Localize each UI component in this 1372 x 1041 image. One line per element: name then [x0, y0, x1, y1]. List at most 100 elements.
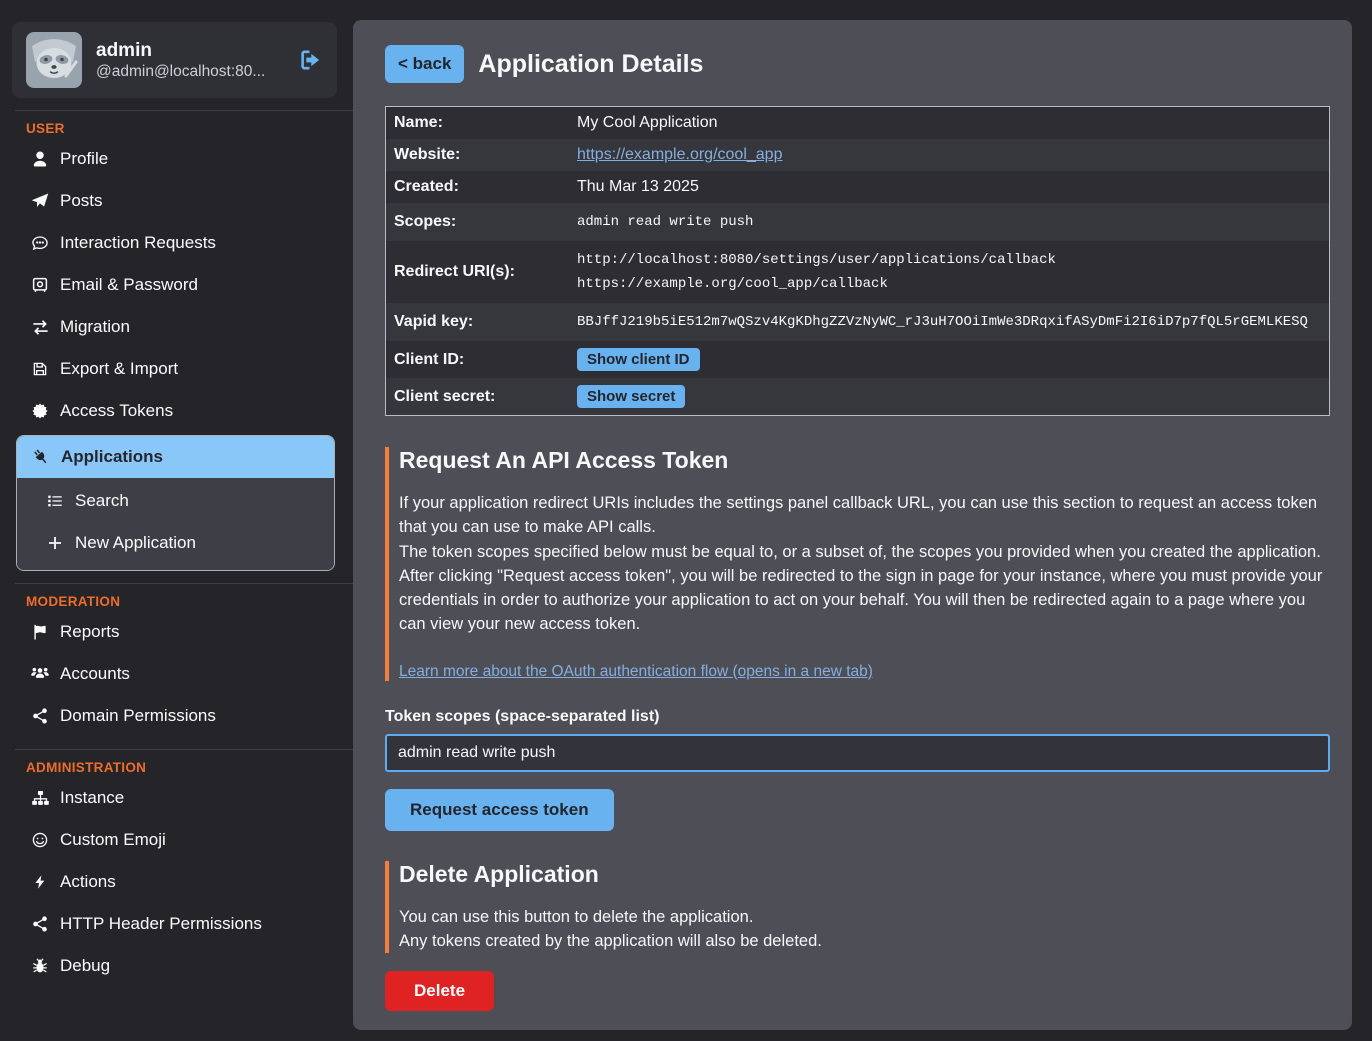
row-value: BBJffJ219b5iE512m7wQSzv4KgKDhgZZVzNyWC_r… [569, 303, 1316, 341]
sidebar-item-label: Debug [60, 956, 110, 976]
request-token-paragraph-2: The token scopes specified below must be… [399, 540, 1330, 564]
sidebar-item-instance[interactable]: Instance [0, 777, 353, 819]
row-label: Vapid key: [386, 306, 569, 338]
sidebar-item-actions[interactable]: Actions [0, 861, 353, 903]
sidebar-item-accounts[interactable]: Accounts [0, 653, 353, 695]
sidebar-item-reports[interactable]: Reports [0, 611, 353, 653]
row-label: Client secret: [386, 381, 569, 413]
table-row-client-id: Client ID: Show client ID [386, 341, 1329, 378]
oauth-docs-link[interactable]: Learn more about the OAuth authenticatio… [399, 663, 873, 681]
sidebar-item-label: New Application [75, 533, 196, 553]
sidebar-item-label: Posts [60, 191, 103, 211]
page-header: < back Application Details [385, 45, 1330, 83]
sidebar-item-label: Access Tokens [60, 401, 173, 421]
row-label: Client ID: [386, 344, 569, 376]
sidebar-item-migration[interactable]: Migration [0, 306, 353, 348]
request-access-token-button[interactable]: Request access token [385, 789, 614, 831]
delete-button[interactable]: Delete [385, 971, 494, 1011]
sidebar-item-label: HTTP Header Permissions [60, 914, 262, 934]
table-row-client-secret: Client secret: Show secret [386, 378, 1329, 415]
application-details-table: Name: My Cool Application Website: https… [385, 106, 1330, 416]
redirect-uri-1: http://localhost:8080/settings/user/appl… [577, 248, 1056, 272]
avatar [26, 32, 82, 88]
user-icon [30, 150, 50, 168]
main-panel: < back Application Details Name: My Cool… [353, 20, 1352, 1030]
sidebar-divider [15, 749, 353, 750]
sidebar-item-label: Reports [60, 622, 120, 642]
table-row-created: Created: Thu Mar 13 2025 [386, 171, 1329, 203]
sidebar-item-label: Domain Permissions [60, 706, 216, 726]
arrows-left-right-icon [30, 318, 50, 337]
sidebar-section-moderation: MODERATION [26, 594, 353, 609]
back-button[interactable]: < back [385, 45, 464, 83]
sidebar-item-applications[interactable]: Applications [17, 436, 334, 478]
sidebar-item-label: Export & Import [60, 359, 178, 379]
sidebar-item-label: Instance [60, 788, 124, 808]
delete-line-2: Any tokens created by the application wi… [399, 929, 1330, 953]
sidebar-item-posts[interactable]: Posts [0, 180, 353, 222]
sidebar-item-http-header-permissions[interactable]: HTTP Header Permissions [0, 903, 353, 945]
bug-icon [30, 957, 50, 975]
row-value: admin read write push [569, 203, 761, 241]
row-value: My Cool Application [569, 107, 726, 139]
show-client-id-button[interactable]: Show client ID [577, 348, 700, 371]
sitemap-icon [30, 789, 50, 808]
row-value: Thu Mar 13 2025 [569, 171, 707, 203]
row-label: Scopes: [386, 206, 569, 238]
show-secret-button[interactable]: Show secret [577, 385, 685, 408]
sidebar-item-label: Custom Emoji [60, 830, 166, 850]
sign-out-icon[interactable] [297, 47, 323, 73]
paper-plane-icon [30, 192, 50, 210]
sidebar-item-label: Search [75, 491, 129, 511]
request-token-paragraph-1: If your application redirect URIs includ… [399, 491, 1330, 540]
sidebar-item-email-password[interactable]: Email & Password [0, 264, 353, 306]
sidebar-item-new-application[interactable]: New Application [17, 522, 334, 564]
row-value: http://localhost:8080/settings/user/appl… [569, 241, 1064, 303]
row-label: Name: [386, 107, 569, 139]
delete-application-section: Delete Application You can use this butt… [385, 861, 1330, 954]
comment-dots-icon [30, 234, 50, 252]
sidebar-item-label: Actions [60, 872, 116, 892]
sidebar-item-label: Interaction Requests [60, 233, 216, 253]
sidebar-item-label: Profile [60, 149, 108, 169]
share-nodes-icon [30, 915, 50, 933]
face-smile-icon [30, 831, 50, 849]
request-token-heading: Request An API Access Token [399, 447, 1330, 474]
website-link[interactable]: https://example.org/cool_app [577, 146, 782, 163]
request-token-paragraph-3: After clicking "Request access token", y… [399, 564, 1330, 637]
sidebar-divider [15, 583, 353, 584]
sidebar-item-interaction-requests[interactable]: Interaction Requests [0, 222, 353, 264]
sidebar: admin @admin@localhost:80... USER Profil… [0, 0, 353, 1041]
sidebar-item-label: Accounts [60, 664, 130, 684]
sidebar-item-access-tokens[interactable]: Access Tokens [0, 390, 353, 432]
token-scopes-input[interactable] [385, 734, 1330, 772]
floppy-disk-icon [30, 360, 50, 378]
table-row-vapid-key: Vapid key: BBJffJ219b5iE512m7wQSzv4KgKDh… [386, 303, 1329, 341]
sidebar-section-user: USER [26, 121, 353, 136]
sidebar-item-applications-search[interactable]: Search [17, 480, 334, 522]
delete-line-1: You can use this button to delete the ap… [399, 905, 1330, 929]
share-nodes-icon [30, 707, 50, 725]
row-label: Created: [386, 171, 569, 203]
sidebar-divider [15, 110, 353, 111]
user-handle: @admin@localhost:80... [96, 63, 265, 81]
applications-submenu: Search New Application [17, 478, 334, 570]
flag-icon [30, 623, 50, 641]
table-row-website: Website: https://example.org/cool_app [386, 139, 1329, 171]
list-icon [45, 492, 65, 510]
sidebar-item-label: Applications [61, 447, 163, 467]
sidebar-item-domain-permissions[interactable]: Domain Permissions [0, 695, 353, 737]
sidebar-section-administration: ADMINISTRATION [26, 760, 353, 775]
table-row-redirect-uris: Redirect URI(s): http://localhost:8080/s… [386, 241, 1329, 303]
user-name: admin [96, 39, 265, 64]
user-card[interactable]: admin @admin@localhost:80... [12, 22, 337, 98]
sidebar-item-debug[interactable]: Debug [0, 945, 353, 987]
table-row-name: Name: My Cool Application [386, 107, 1329, 139]
page-title: Application Details [478, 50, 703, 79]
sidebar-item-export-import[interactable]: Export & Import [0, 348, 353, 390]
row-label: Redirect URI(s): [386, 256, 569, 288]
sidebar-item-custom-emoji[interactable]: Custom Emoji [0, 819, 353, 861]
sidebar-item-profile[interactable]: Profile [0, 138, 353, 180]
bolt-icon [30, 874, 50, 890]
redirect-uri-2: https://example.org/cool_app/callback [577, 272, 1056, 296]
